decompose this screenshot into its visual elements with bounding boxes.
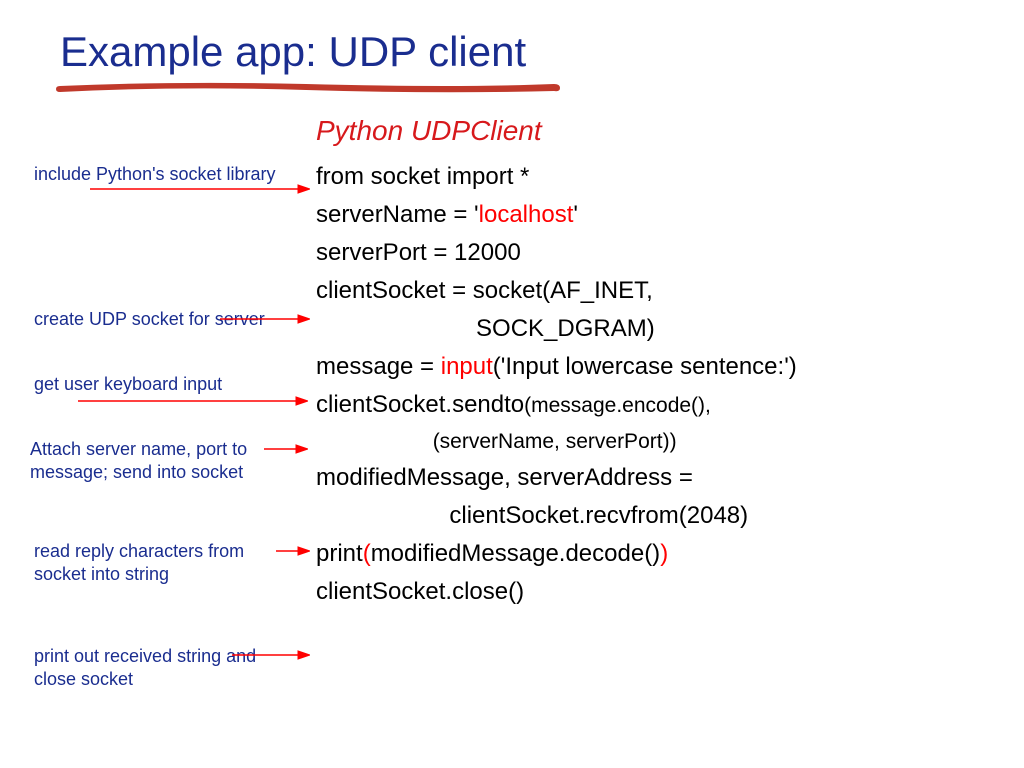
arrow-input xyxy=(78,396,308,410)
annotation-recv: read reply characters from socket into s… xyxy=(34,540,294,585)
code-line-close: clientSocket.close() xyxy=(316,580,797,604)
title-underline xyxy=(56,80,566,96)
code-line-socket1: clientSocket = socket(AF_INET, xyxy=(316,279,797,303)
annotation-sendto: Attach server name, port to message; sen… xyxy=(30,438,290,483)
arrow-recv xyxy=(276,546,310,560)
code-line-recv1: modifiedMessage, serverAddress = xyxy=(316,466,797,490)
arrow-socket xyxy=(220,314,310,328)
code-line-serverport: serverPort = 12000 xyxy=(316,241,797,265)
code-line-input: message = input('Input lowercase sentenc… xyxy=(316,355,797,379)
arrow-import xyxy=(90,184,310,198)
code-line-import: from socket import * xyxy=(316,165,797,189)
code-line-sendto1: clientSocket.sendto(message.encode(), xyxy=(316,393,797,417)
annotation-import: include Python's socket library xyxy=(34,163,294,186)
code-line-servername: serverName = 'localhost' xyxy=(316,203,797,227)
annotation-input: get user keyboard input xyxy=(34,373,294,396)
code-line-socket2: SOCK_DGRAM) xyxy=(316,317,797,341)
code-line-recv2: clientSocket.recvfrom(2048) xyxy=(316,504,797,528)
slide-title: Example app: UDP client xyxy=(60,28,526,76)
code-line-print: print(modifiedMessage.decode()) xyxy=(316,542,797,566)
arrow-sendto xyxy=(264,444,308,458)
code-subtitle: Python UDPClient xyxy=(316,115,542,147)
code-line-sendto2: (serverName, serverPort)) xyxy=(316,431,797,452)
arrow-print xyxy=(232,650,310,664)
code-block: from socket import * serverName = 'local… xyxy=(316,165,797,618)
